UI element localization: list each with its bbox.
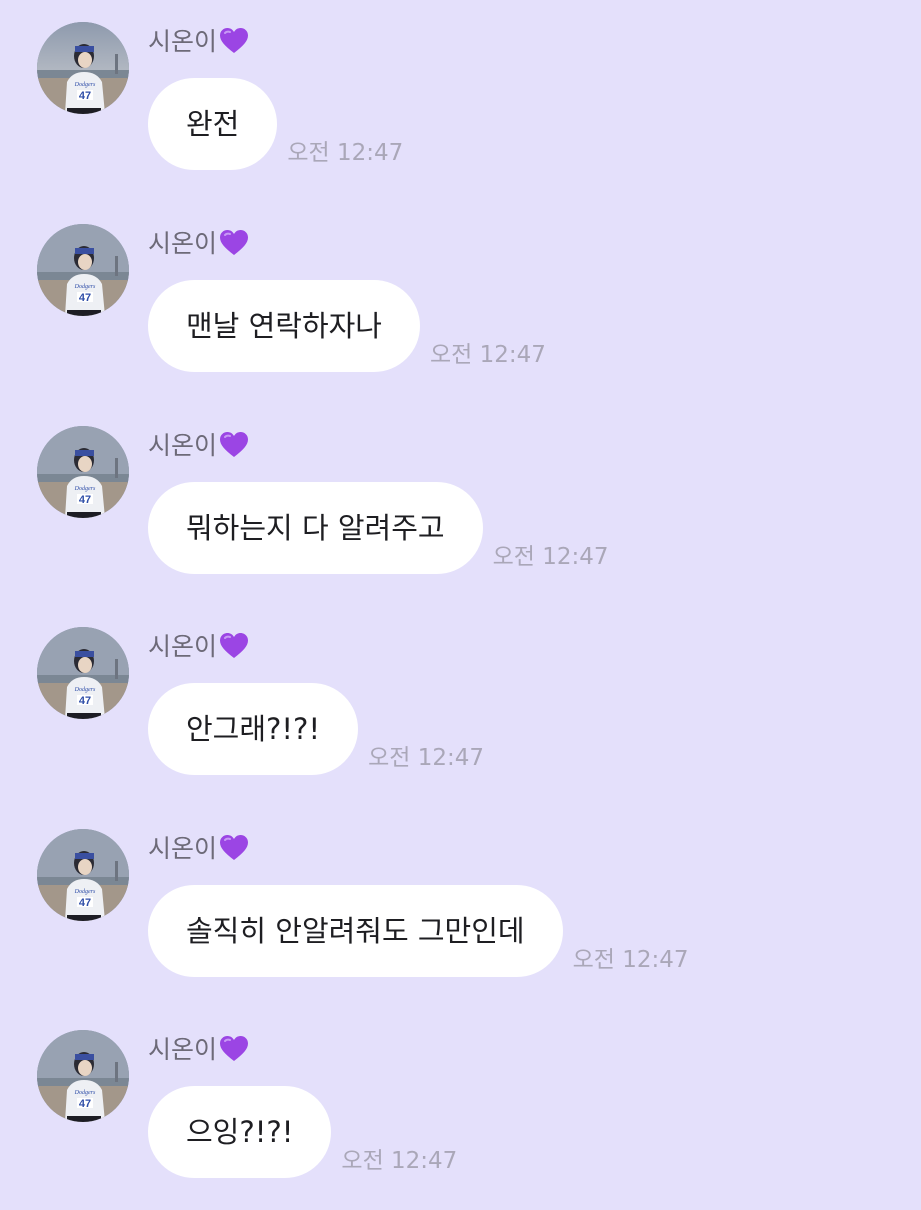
- purple-heart-icon: [219, 229, 249, 257]
- jersey-number: 47: [79, 292, 91, 304]
- jersey-number: 47: [79, 695, 91, 707]
- message-bubble[interactable]: 안그래?!?!: [148, 683, 359, 775]
- jersey-script: Dodgers: [74, 486, 96, 492]
- jersey-number: 47: [79, 90, 91, 102]
- profile-avatar[interactable]: 47 Dodgers: [37, 627, 129, 719]
- purple-heart-icon: [219, 27, 249, 55]
- avatar-photo: 47 Dodgers: [37, 426, 129, 518]
- sender-name-label: 시온이: [148, 27, 218, 56]
- avatar-photo: 47 Dodgers: [37, 224, 129, 316]
- message-group: 47 Dodgers 시온이 으잉?!?! 오전 12:47: [0, 1030, 921, 1210]
- message-row: 안그래?!?! 오전 12:47: [148, 683, 484, 775]
- profile-avatar[interactable]: 47 Dodgers: [37, 22, 129, 114]
- jersey-script: Dodgers: [74, 1090, 96, 1096]
- message-row: 으잉?!?! 오전 12:47: [148, 1086, 457, 1178]
- sender-name-label: 시온이: [148, 229, 218, 258]
- message-timestamp: 오전 12:47: [429, 342, 546, 368]
- sender-name: 시온이: [148, 833, 249, 865]
- message-timestamp: 오전 12:47: [572, 947, 689, 973]
- message-bubble[interactable]: 으잉?!?!: [148, 1086, 332, 1178]
- purple-heart-icon: [219, 834, 249, 862]
- sender-name: 시온이: [148, 26, 249, 58]
- avatar-photo: 47 Dodgers: [37, 22, 129, 114]
- purple-heart-icon: [219, 1035, 249, 1063]
- purple-heart-icon: [219, 431, 249, 459]
- sender-name-label: 시온이: [148, 1035, 218, 1064]
- message-group: 47 Dodgers 시온이 맨날 연락하자나 오전 12:47: [0, 224, 921, 404]
- profile-avatar[interactable]: 47 Dodgers: [37, 829, 129, 921]
- sender-name: 시온이: [148, 1034, 249, 1066]
- chat-message-list[interactable]: 47 Dodgers 시온이 완전 오전 12:47 47 Dodgers 시온…: [0, 0, 921, 1200]
- message-bubble[interactable]: 완전: [148, 78, 278, 170]
- message-group: 47 Dodgers 시온이 솔직히 안알려줘도 그만인데 오전 12:47: [0, 829, 921, 1009]
- message-bubble[interactable]: 뭐하는지 다 알려주고: [148, 482, 483, 574]
- message-group: 47 Dodgers 시온이 완전 오전 12:47: [0, 22, 921, 202]
- jersey-number: 47: [79, 494, 91, 506]
- avatar-photo: 47 Dodgers: [37, 1030, 129, 1122]
- message-row: 솔직히 안알려줘도 그만인데 오전 12:47: [148, 885, 689, 977]
- avatar-photo: 47 Dodgers: [37, 627, 129, 719]
- avatar-photo: 47 Dodgers: [37, 829, 129, 921]
- profile-avatar[interactable]: 47 Dodgers: [37, 426, 129, 518]
- profile-avatar[interactable]: 47 Dodgers: [37, 224, 129, 316]
- jersey-script: Dodgers: [74, 82, 96, 88]
- sender-name: 시온이: [148, 228, 249, 260]
- message-bubble[interactable]: 맨날 연락하자나: [148, 280, 420, 372]
- message-row: 맨날 연락하자나 오전 12:47: [148, 280, 546, 372]
- message-row: 뭐하는지 다 알려주고 오전 12:47: [148, 482, 608, 574]
- message-timestamp: 오전 12:47: [341, 1148, 458, 1174]
- sender-name-label: 시온이: [148, 632, 218, 661]
- sender-name: 시온이: [148, 430, 249, 462]
- sender-name: 시온이: [148, 631, 249, 663]
- message-group: 47 Dodgers 시온이 안그래?!?! 오전 12:47: [0, 627, 921, 807]
- profile-avatar[interactable]: 47 Dodgers: [37, 1030, 129, 1122]
- message-timestamp: 오전 12:47: [492, 544, 609, 570]
- message-row: 완전 오전 12:47: [148, 78, 403, 170]
- message-timestamp: 오전 12:47: [368, 745, 484, 771]
- jersey-script: Dodgers: [74, 687, 96, 693]
- purple-heart-icon: [219, 632, 249, 660]
- jersey-script: Dodgers: [74, 284, 96, 290]
- jersey-script: Dodgers: [74, 889, 96, 895]
- message-timestamp: 오전 12:47: [287, 140, 404, 166]
- jersey-number: 47: [79, 1098, 91, 1110]
- sender-name-label: 시온이: [148, 834, 218, 863]
- message-bubble[interactable]: 솔직히 안알려줘도 그만인데: [148, 885, 563, 977]
- sender-name-label: 시온이: [148, 431, 218, 460]
- jersey-number: 47: [79, 897, 91, 909]
- message-group: 47 Dodgers 시온이 뭐하는지 다 알려주고 오전 12:47: [0, 426, 921, 606]
